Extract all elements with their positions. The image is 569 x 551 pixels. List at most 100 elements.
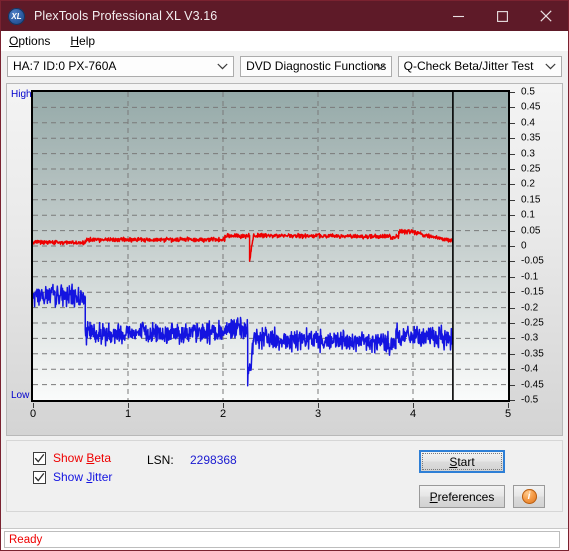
show-beta-label-rest: eta [94, 451, 112, 465]
menu-bar: Options Help [1, 31, 568, 51]
chevron-down-icon [217, 57, 228, 76]
y-axis-tick [510, 292, 515, 294]
app-logo-icon: XL [8, 7, 25, 25]
checkmark-icon [34, 453, 45, 463]
lsn-value: 2298368 [190, 453, 237, 467]
test-select[interactable]: Q-Check Beta/Jitter Test [397, 55, 563, 77]
y-axis-tick-label: 0.25 [521, 163, 541, 175]
y-axis-labels: 0.5 0.45 0.4 0.35 0.3 0.25 0.2 0.15 0.1 0.05 0 -0.0… [515, 84, 555, 414]
menu-item-help[interactable]: Help [68, 33, 103, 49]
y-axis-tick [510, 153, 515, 155]
show-jitter-label: Show Jitter [53, 470, 113, 484]
y-axis-tick-label: 0 [521, 240, 527, 252]
checkmark-icon [34, 472, 45, 482]
y-axis-tick [510, 184, 515, 186]
start-button[interactable]: Start [419, 450, 505, 473]
y-axis-tick [510, 400, 515, 401]
y-axis-tick [510, 215, 515, 217]
y-axis-tick [510, 323, 515, 324]
menu-item-options-label: ptions [18, 33, 51, 48]
test-select-value: Q-Check Beta/Jitter Test [403, 59, 534, 73]
y-axis-tick [510, 122, 515, 124]
chevron-down-icon [545, 57, 556, 76]
y-axis-tick-label: -0.5 [521, 394, 539, 406]
x-axis-tick-label: 1 [124, 408, 132, 420]
chevron-down-icon [374, 57, 386, 76]
y-axis-tick-label: -0.15 [521, 286, 544, 298]
axis-label-high: High [11, 89, 32, 100]
show-jitter-checkbox[interactable] [33, 470, 46, 484]
status-text: Ready [4, 531, 560, 548]
y-axis-tick-label: -0.35 [521, 348, 544, 360]
y-axis-tick-label: -0.4 [521, 363, 539, 375]
y-axis-tick-label: -0.3 [521, 332, 539, 344]
show-beta-row[interactable]: Show Beta [33, 451, 111, 465]
window-title: PlexTools Professional XL V3.16 [34, 9, 218, 23]
y-axis-tick-label: 0.1 [521, 209, 535, 221]
y-axis-tick [510, 261, 515, 263]
y-axis-tick [510, 199, 515, 201]
y-axis-tick-label: 0.5 [521, 86, 535, 98]
toolbar: HA:7 ID:0 PX-760A DVD Diagnostic Functio… [1, 51, 568, 81]
y-axis-tick [510, 246, 515, 247]
maximize-icon[interactable] [480, 1, 524, 31]
y-axis-tick-label: 0.3 [521, 148, 535, 160]
lsn-label: LSN: [147, 453, 174, 467]
y-axis-tick [510, 230, 515, 232]
plot-svg [33, 92, 508, 400]
close-icon[interactable] [524, 1, 568, 31]
show-beta-checkbox[interactable] [33, 451, 46, 465]
y-axis-tick-label: -0.25 [521, 317, 544, 329]
preferences-button-label-rest: references [437, 489, 495, 504]
x-axis-labels: 0 1 2 3 4 5 [7, 408, 562, 428]
x-axis-tick-label: 0 [29, 408, 37, 420]
axis-label-low: Low [11, 390, 30, 401]
menu-item-options[interactable]: Options [7, 33, 58, 49]
y-axis-tick-label: -0.45 [521, 379, 544, 391]
y-axis-tick-label: -0.05 [521, 255, 544, 267]
y-axis-tick-label: 0.45 [521, 101, 541, 113]
x-axis-tick [128, 403, 129, 408]
x-axis-tick-label: 4 [409, 408, 417, 420]
start-button-label: Start [449, 454, 475, 469]
chart-panel: High Low 0.5 0.45 0.4 0.35 0.3 0.25 0.2 0.15 0.1… [6, 83, 563, 436]
show-jitter-label-rest: itter [92, 470, 113, 484]
y-axis-tick [510, 307, 515, 309]
info-icon: i [521, 489, 537, 504]
menu-item-help-label: elp [79, 33, 96, 48]
beta-jitter-plot [31, 90, 510, 402]
x-axis-tick [508, 403, 509, 408]
drive-select[interactable]: HA:7 ID:0 PX-760A [7, 55, 235, 77]
app-window: XL PlexTools Professional XL V3.16 Optio… [0, 0, 569, 551]
status-bar: Ready [1, 528, 568, 550]
controls-panel: Show Beta Show Jitter LSN: 2298368 Start… [6, 440, 563, 512]
minimize-icon[interactable] [436, 1, 480, 31]
x-axis-tick [413, 403, 414, 408]
x-axis-tick-label: 5 [504, 408, 512, 420]
y-axis-tick [510, 107, 515, 109]
x-axis-tick-label: 2 [219, 408, 227, 420]
y-axis-tick-label: 0.15 [521, 194, 541, 206]
x-axis-tick [223, 403, 224, 408]
preferences-button-label: Preferences [429, 489, 495, 504]
x-axis-tick [318, 403, 319, 408]
y-axis-tick [510, 276, 515, 278]
start-button-label-rest: tart [457, 454, 475, 469]
drive-select-value: HA:7 ID:0 PX-760A [13, 59, 117, 73]
info-button[interactable]: i [513, 485, 545, 508]
y-axis-tick [510, 338, 515, 340]
show-jitter-row[interactable]: Show Jitter [33, 470, 112, 484]
y-axis-tick-label: 0.35 [521, 132, 541, 144]
y-axis-tick [510, 169, 515, 170]
y-axis-tick [510, 384, 515, 386]
y-axis-tick-label: 0.2 [521, 178, 535, 190]
function-group-select[interactable]: DVD Diagnostic Functions [240, 55, 392, 77]
window-controls [436, 1, 568, 31]
y-axis-tick-label: -0.1 [521, 271, 539, 283]
function-group-select-value: DVD Diagnostic Functions [246, 59, 387, 73]
y-axis-tick-label: 0.4 [521, 117, 535, 129]
y-axis-tick [510, 353, 515, 355]
x-axis-tick-label: 3 [314, 408, 322, 420]
x-axis-tick [33, 403, 34, 408]
preferences-button[interactable]: Preferences [419, 485, 505, 508]
